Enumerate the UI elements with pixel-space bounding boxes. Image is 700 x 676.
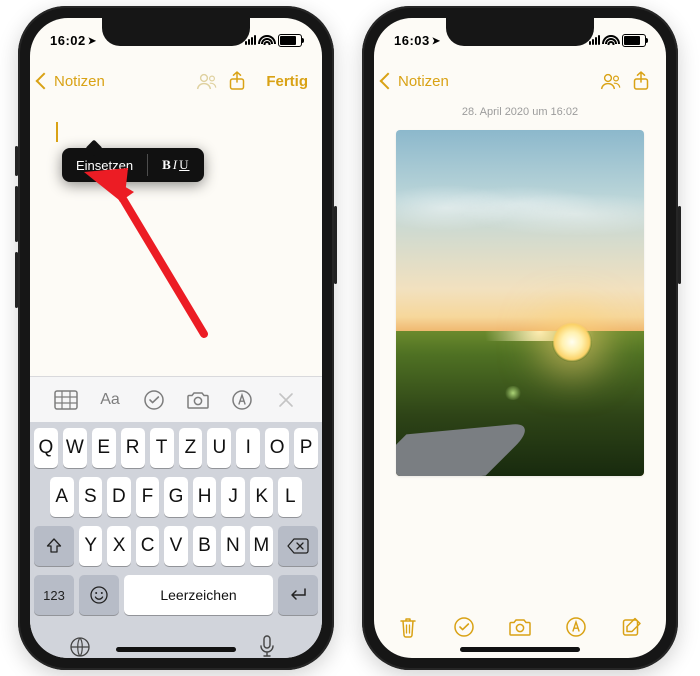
chevron-left-icon	[380, 73, 397, 90]
markup-icon[interactable]	[229, 387, 255, 413]
signal-icon	[245, 35, 256, 45]
status-bar: 16:02➤	[30, 18, 322, 62]
key-row-2: A S D F G H J K L	[34, 477, 318, 517]
underline-icon: U	[179, 157, 189, 173]
camera-icon[interactable]	[185, 387, 211, 413]
key-d[interactable]: D	[107, 477, 131, 517]
camera-icon[interactable]	[508, 615, 532, 639]
key-row-1: Q W E R T Z U I O P	[34, 428, 318, 468]
key-e[interactable]: E	[92, 428, 116, 468]
key-row-4: 123 Leerzeichen	[34, 575, 318, 615]
location-icon: ➤	[88, 36, 97, 47]
key-z[interactable]: Z	[179, 428, 203, 468]
home-indicator[interactable]	[116, 647, 236, 652]
share-icon[interactable]	[228, 71, 254, 91]
key-backspace[interactable]	[278, 526, 318, 566]
edit-menu-popover: Einsetzen B I U	[62, 148, 204, 182]
chevron-left-icon	[36, 73, 53, 90]
keyboard-toolbar: Aa	[30, 376, 322, 423]
globe-icon[interactable]	[68, 635, 94, 658]
done-button[interactable]: Fertig	[266, 73, 308, 90]
key-r[interactable]: R	[121, 428, 145, 468]
screen-right: 16:03➤ Notizen	[374, 18, 666, 658]
sun-icon	[552, 322, 592, 362]
key-l[interactable]: L	[278, 477, 302, 517]
key-m[interactable]: M	[250, 526, 273, 566]
back-label: Notizen	[398, 73, 449, 90]
share-icon[interactable]	[632, 71, 658, 91]
collaborate-icon[interactable]	[600, 72, 626, 90]
bottom-toolbar	[374, 604, 666, 650]
text-cursor	[56, 122, 58, 142]
keyboard-bottom	[34, 621, 318, 658]
nav-bar: Notizen	[374, 62, 666, 100]
battery-icon	[278, 34, 302, 47]
screen-left: 16:02➤ Notizen	[30, 18, 322, 658]
key-p[interactable]: P	[294, 428, 318, 468]
close-toolbar-icon[interactable]	[273, 387, 299, 413]
key-w[interactable]: W	[63, 428, 87, 468]
key-c[interactable]: C	[136, 526, 159, 566]
status-time: 16:02➤	[50, 33, 97, 48]
collaborate-icon[interactable]	[196, 72, 222, 90]
key-q[interactable]: Q	[34, 428, 58, 468]
key-u[interactable]: U	[207, 428, 231, 468]
paste-label: Einsetzen	[76, 158, 133, 173]
key-f[interactable]: F	[136, 477, 160, 517]
paste-menu-item[interactable]: Einsetzen	[62, 148, 147, 182]
key-s[interactable]: S	[79, 477, 103, 517]
dictation-icon[interactable]	[258, 635, 284, 658]
key-v[interactable]: V	[164, 526, 187, 566]
key-t[interactable]: T	[150, 428, 174, 468]
key-row-3: Y X C V B N M	[34, 526, 318, 566]
checklist-icon[interactable]	[452, 615, 476, 639]
key-space[interactable]: Leerzeichen	[124, 575, 273, 615]
italic-icon: I	[173, 157, 178, 173]
key-n[interactable]: N	[221, 526, 244, 566]
back-button[interactable]: Notizen	[38, 73, 105, 90]
phone-left: 16:02➤ Notizen	[18, 6, 334, 670]
textformat-icon[interactable]: Aa	[97, 387, 123, 413]
location-icon: ➤	[432, 36, 441, 47]
compose-icon[interactable]	[620, 615, 644, 639]
note-photo[interactable]	[396, 130, 644, 476]
phone-right: 16:03➤ Notizen	[362, 6, 678, 670]
key-k[interactable]: K	[250, 477, 274, 517]
status-bar: 16:03➤	[374, 18, 666, 62]
key-b[interactable]: B	[193, 526, 216, 566]
back-label: Notizen	[54, 73, 105, 90]
key-i[interactable]: I	[236, 428, 260, 468]
format-menu-item[interactable]: B I U	[148, 148, 203, 182]
note-timestamp: 28. April 2020 um 16:02	[374, 100, 666, 118]
key-return[interactable]	[278, 575, 318, 615]
key-a[interactable]: A	[50, 477, 74, 517]
key-y[interactable]: Y	[79, 526, 102, 566]
signal-icon	[589, 35, 600, 45]
bold-icon: B	[162, 157, 172, 173]
wifi-icon	[260, 35, 274, 46]
wifi-icon	[604, 35, 618, 46]
status-time: 16:03➤	[394, 33, 441, 48]
checklist-icon[interactable]	[141, 387, 167, 413]
key-123[interactable]: 123	[34, 575, 74, 615]
key-x[interactable]: X	[107, 526, 130, 566]
back-button[interactable]: Notizen	[382, 73, 449, 90]
status-time-text: 16:02	[50, 33, 86, 48]
key-o[interactable]: O	[265, 428, 289, 468]
markup-icon[interactable]	[564, 615, 588, 639]
key-g[interactable]: G	[164, 477, 188, 517]
key-h[interactable]: H	[193, 477, 217, 517]
battery-icon	[622, 34, 646, 47]
key-j[interactable]: J	[221, 477, 245, 517]
keyboard: Q W E R T Z U I O P A S D F G H	[30, 422, 322, 658]
table-icon[interactable]	[53, 387, 79, 413]
home-indicator[interactable]	[460, 647, 580, 652]
key-shift[interactable]	[34, 526, 74, 566]
trash-icon[interactable]	[396, 615, 420, 639]
nav-bar: Notizen Fertig	[30, 62, 322, 100]
status-time-text: 16:03	[394, 33, 430, 48]
key-emoji[interactable]	[79, 575, 119, 615]
